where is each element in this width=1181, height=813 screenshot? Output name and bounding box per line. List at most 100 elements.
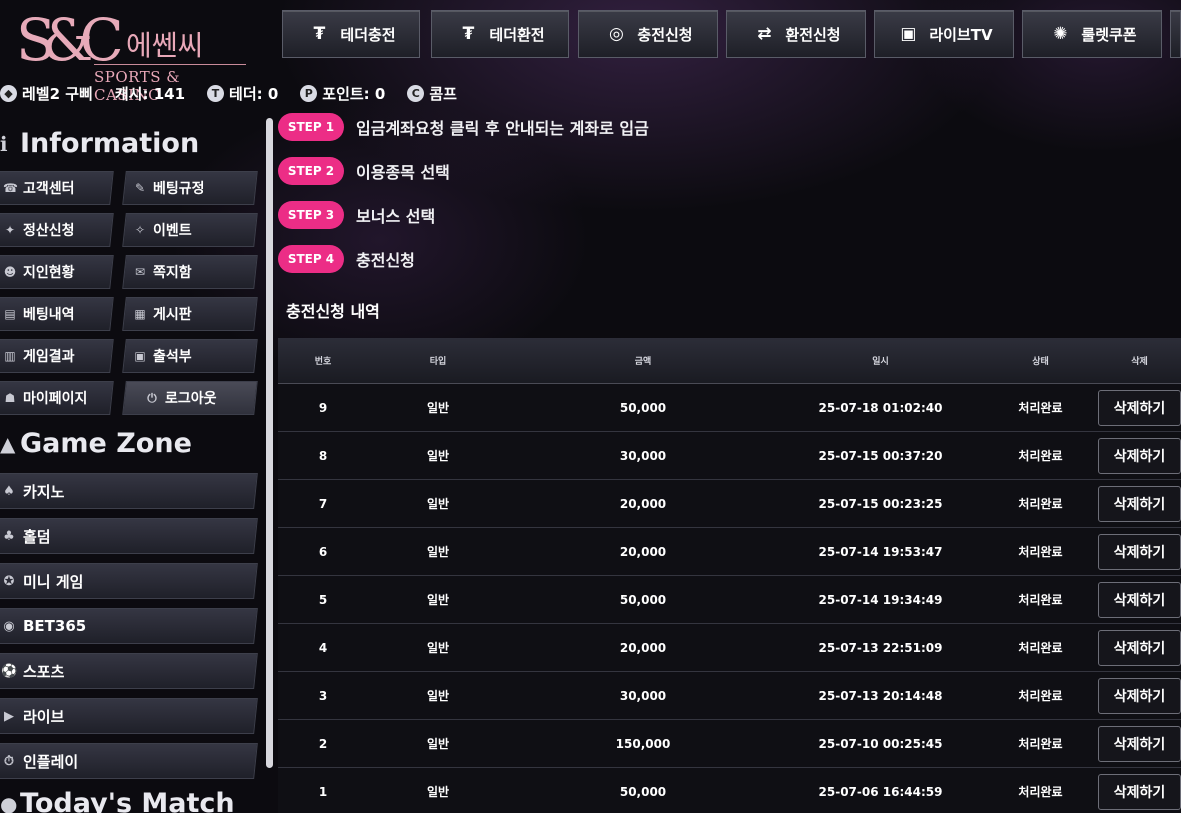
nav-exchange-request-button[interactable]: ⇄ 환전신청: [726, 10, 866, 58]
user-icon: ☗: [4, 391, 16, 405]
delete-button[interactable]: 삭제하기: [1098, 437, 1181, 474]
roulette-icon: ✺: [1053, 24, 1068, 44]
power-icon: ⏻: [147, 390, 157, 405]
sidebar-item-sports[interactable]: ⚽ 스포츠: [0, 653, 258, 689]
row-number: 4: [318, 640, 328, 655]
row-number: 2: [318, 736, 328, 751]
row-number: 3: [318, 688, 328, 703]
sports-icon: ⚽: [0, 663, 18, 679]
row-status: 처리완료: [1018, 401, 1063, 415]
nav-label: 테더환전: [489, 25, 545, 44]
nav-tether-charge-button[interactable]: ₮ 테더충전: [282, 10, 420, 58]
table-row: 4 일반 20,000 25-07-13 22:51:09 처리완료 삭제하기: [278, 624, 1181, 672]
comp-icon: C: [407, 84, 425, 102]
row-delete-cell: 삭제하기: [1098, 725, 1181, 762]
sidebar-item-holdem[interactable]: ♣ 홀덤: [0, 518, 258, 554]
minigame-icon: ✪: [3, 573, 15, 589]
sidebar-item-label: 베팅규정: [153, 181, 205, 197]
nav-label: 환전신청: [785, 25, 841, 44]
tether-text: 테더: 0: [229, 84, 279, 103]
sidebar-item-attendance[interactable]: ▣ 출석부: [122, 339, 258, 373]
logo-divider: [94, 64, 246, 65]
sidebar-scrollbar[interactable]: [266, 118, 273, 768]
row-amount: 50,000: [619, 400, 667, 415]
sidebar-item-bet365[interactable]: ◉ BET365: [0, 608, 258, 644]
sidebar-item-settlement[interactable]: ✦ 정산신청: [0, 213, 114, 247]
delete-button[interactable]: 삭제하기: [1098, 485, 1181, 522]
sidebar-item-live[interactable]: ▶ 라이브: [0, 698, 258, 734]
nav-overflow-button[interactable]: [1170, 10, 1181, 58]
row-delete-cell: 삭제하기: [1098, 581, 1181, 618]
table-row: 7 일반 20,000 25-07-15 00:23:25 처리완료 삭제하기: [278, 480, 1181, 528]
coins-icon: ◎: [608, 24, 624, 44]
sidebar-item-board[interactable]: ▦ 게시판: [122, 297, 258, 331]
row-number: 8: [318, 448, 328, 463]
delete-button[interactable]: 삭제하기: [1098, 533, 1181, 570]
delete-button[interactable]: 삭제하기: [1098, 581, 1181, 618]
bet-history-icon: ▤: [4, 307, 16, 321]
row-delete-cell: 삭제하기: [1098, 677, 1181, 714]
sidebar-item-casino[interactable]: ♠ 카지노: [0, 473, 258, 509]
step-text: 충전신청: [356, 251, 415, 270]
row-type: 일반: [426, 593, 450, 607]
step-3: STEP 3 보너스 선택: [278, 200, 435, 230]
point-icon: P: [300, 84, 318, 102]
logo-korean-name: 에쎈씨: [126, 29, 204, 62]
row-status: 처리완료: [1018, 545, 1063, 559]
delete-button[interactable]: 삭제하기: [1098, 629, 1181, 666]
row-delete-cell: 삭제하기: [1098, 533, 1181, 570]
sidebar-item-label: 게시판: [153, 307, 192, 323]
sidebar-item-messages[interactable]: ✉ 쪽지함: [122, 255, 258, 289]
sidebar-item-customer-center[interactable]: ☎ 고객센터: [0, 171, 114, 205]
holdem-icon: ♣: [3, 528, 15, 544]
game-zone-heading: ▲ Game Zone: [0, 428, 192, 459]
sidebar-item-event[interactable]: ✧ 이벤트: [122, 213, 258, 247]
table-header: 번호 타입 금액 일시 상태 삭제: [278, 338, 1181, 384]
todays-match-title: Today's Match: [20, 788, 235, 813]
sidebar-item-label: 게임결과: [23, 349, 75, 365]
step-2: STEP 2 이용종목 선택: [278, 156, 450, 186]
table-row: 1 일반 50,000 25-07-06 16:44:59 처리완료 삭제하기: [278, 768, 1181, 813]
logout-button[interactable]: ⏻ 로그아웃: [122, 381, 258, 415]
row-delete-cell: 삭제하기: [1098, 437, 1181, 474]
step-badge: STEP 3: [278, 201, 344, 229]
sidebar-item-inplay[interactable]: ⏱ 인플레이: [0, 743, 258, 779]
sidebar-item-minigame[interactable]: ✪ 미니 게임: [0, 563, 258, 599]
row-amount: 20,000: [619, 496, 667, 511]
status-comp[interactable]: C 콤프: [407, 83, 457, 104]
sidebar-item-bet-history[interactable]: ▤ 베팅내역: [0, 297, 114, 331]
sidebar-item-label: 베팅내역: [23, 307, 75, 323]
nav-label: 라이브TV: [929, 25, 993, 44]
nav-tether-exchange-button[interactable]: ₮ 테더환전: [431, 10, 569, 58]
nav-charge-request-button[interactable]: ◎ 충전신청: [578, 10, 718, 58]
row-status: 처리완료: [1018, 785, 1063, 799]
table-row: 6 일반 20,000 25-07-14 19:53:47 처리완료 삭제하기: [278, 528, 1181, 576]
header-status: 상태: [1032, 357, 1049, 367]
cash-text: 캐시: 141: [114, 84, 186, 103]
delete-button[interactable]: 삭제하기: [1098, 677, 1181, 714]
sidebar-item-label: 고객센터: [23, 181, 75, 197]
step-text: 이용종목 선택: [356, 163, 450, 182]
sidebar-item-label: 인플레이: [23, 752, 79, 771]
row-status: 처리완료: [1018, 497, 1063, 511]
logout-label: 로그아웃: [165, 391, 217, 407]
row-status: 처리완료: [1018, 737, 1063, 751]
delete-button[interactable]: 삭제하기: [1098, 773, 1181, 810]
sidebar-item-mypage[interactable]: ☗ 마이페이지: [0, 381, 114, 415]
row-amount: 50,000: [619, 592, 667, 607]
header-amount: 금액: [634, 357, 652, 367]
row-amount: 30,000: [619, 448, 667, 463]
game-zone-title: Game Zone: [20, 428, 192, 459]
row-datetime: 25-07-10 00:25:45: [818, 736, 943, 751]
live-tv-icon: ▣: [900, 24, 917, 44]
nav-live-tv-button[interactable]: ▣ 라이브TV: [874, 10, 1014, 58]
sidebar-item-bet-rules[interactable]: ✎ 베팅규정: [122, 171, 258, 205]
nav-roulette-coupon-button[interactable]: ✺ 룰렛쿠폰: [1022, 10, 1162, 58]
headset-icon: ☎: [2, 181, 18, 195]
sidebar-item-label: 홀덤: [23, 527, 51, 546]
sidebar-item-friends[interactable]: ☻ 지인현황: [0, 255, 114, 289]
sidebar-item-game-results[interactable]: ▥ 게임결과: [0, 339, 114, 373]
delete-button[interactable]: 삭제하기: [1098, 725, 1181, 762]
delete-button[interactable]: 삭제하기: [1098, 389, 1181, 426]
header-number: 번호: [314, 357, 332, 367]
